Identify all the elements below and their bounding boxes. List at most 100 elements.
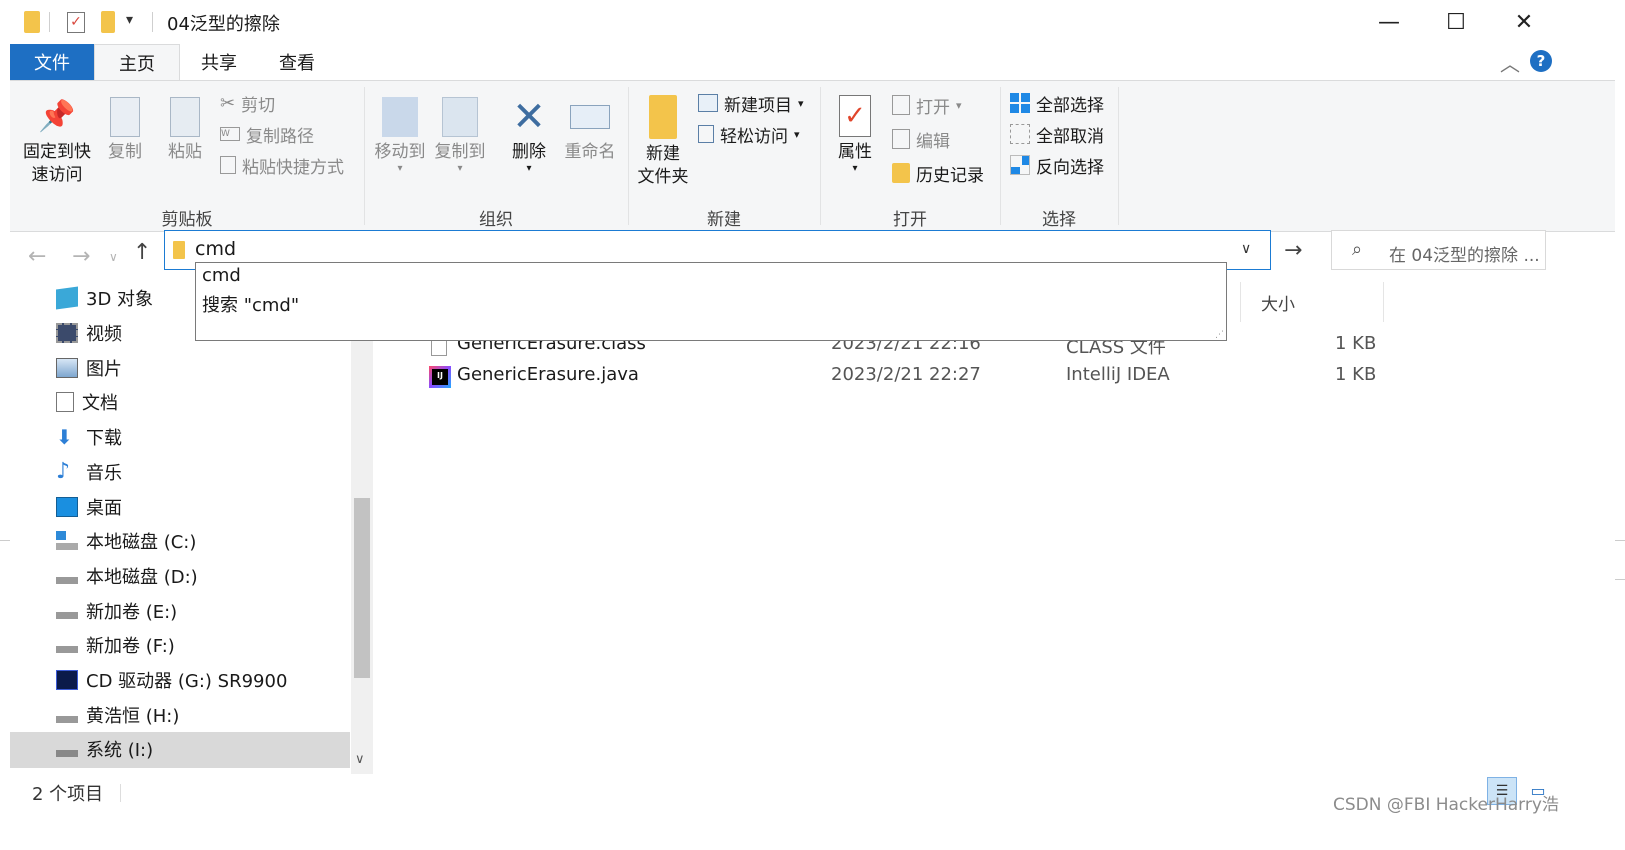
qat-separator — [49, 12, 50, 32]
sidebar-item-videos[interactable]: 视频 — [56, 316, 122, 350]
sidebar-item-pictures[interactable]: 图片 — [56, 351, 122, 385]
column-divider — [1383, 282, 1384, 322]
minimize-button[interactable]: — — [1354, 0, 1424, 44]
invert-selection-icon — [1010, 155, 1030, 175]
sidebar-item-drive-f[interactable]: 新加卷 (F:) — [56, 628, 175, 662]
new-folder-button[interactable]: 新建 文件夹 — [632, 93, 694, 189]
properties-button[interactable]: ✓ 属性 ▾ — [828, 93, 882, 174]
paste-shortcut-button[interactable]: 粘贴快捷方式 — [220, 151, 344, 179]
copy-path-icon: W — [220, 127, 240, 141]
file-row[interactable]: IJ GenericErasure.java 2023/2/21 22:27 I… — [428, 364, 1388, 394]
rename-icon — [570, 105, 610, 129]
collapse-ribbon-icon[interactable]: ︿ — [1500, 48, 1520, 77]
tab-view[interactable]: 查看 — [258, 44, 336, 80]
scrollbar-thumb[interactable] — [354, 498, 370, 678]
suggestion-item[interactable]: cmd — [202, 265, 241, 286]
address-dropdown-icon[interactable]: ∨ — [1241, 241, 1251, 257]
file-size: 1 KB — [1335, 364, 1377, 385]
group-separator — [1118, 87, 1119, 225]
sidebar-item-documents[interactable]: 文档 — [56, 385, 118, 419]
sidebar-item-drive-e[interactable]: 新加卷 (E:) — [56, 594, 177, 628]
column-header-size[interactable]: 大小 — [1261, 290, 1295, 315]
close-button[interactable]: ✕ — [1489, 0, 1559, 44]
folder-icon — [24, 11, 40, 33]
sidebar-item-drive-c[interactable]: 本地磁盘 (C:) — [56, 524, 196, 558]
scissors-icon: ✂ — [220, 92, 236, 114]
select-group-label: 选择 — [1042, 210, 1076, 230]
delete-button[interactable]: ✕ 删除 ▾ — [504, 93, 554, 174]
open-icon — [892, 95, 910, 115]
file-name: GenericErasure.java — [457, 364, 639, 385]
select-all-icon — [1010, 93, 1030, 113]
music-note-icon: ♪ — [56, 459, 71, 484]
ribbon: 📌 固定到快 速访问 复制 粘贴 ✂ 剪切 W 复制路径 粘贴快捷方式 剪贴板 … — [10, 80, 1615, 232]
edit-button[interactable]: 编辑 — [892, 125, 950, 153]
resize-grip-icon[interactable]: ⋰ — [1215, 330, 1224, 340]
invert-selection-button[interactable]: 反向选择 — [1010, 151, 1104, 179]
new-group-label: 新建 — [707, 210, 741, 230]
new-folder-qat-icon[interactable] — [101, 11, 115, 33]
select-none-icon — [1010, 124, 1030, 144]
qat-dropdown-icon[interactable]: ▾ — [126, 12, 133, 28]
suggestion-item[interactable]: 搜索 "cmd" — [202, 291, 299, 317]
recent-locations-icon[interactable]: ∨ — [109, 250, 118, 264]
rename-button[interactable]: 重命名 — [560, 93, 620, 164]
column-divider — [1240, 282, 1241, 322]
scroll-down-arrow-icon[interactable]: ∨ — [355, 752, 365, 767]
sidebar-item-downloads[interactable]: ⬇ 下载 — [56, 420, 122, 454]
hard-drive-icon — [56, 566, 78, 586]
organize-group-label: 组织 — [479, 210, 513, 230]
file-size: 1 KB — [1335, 333, 1377, 354]
properties-qat-icon[interactable]: ✓ — [67, 12, 85, 33]
search-icon: ⌕ — [1352, 239, 1363, 260]
new-item-button[interactable]: 新建项目 ▾ — [698, 89, 804, 117]
sidebar-item-drive-d[interactable]: 本地磁盘 (D:) — [56, 559, 198, 593]
maximize-button[interactable]: ☐ — [1421, 0, 1491, 44]
help-icon[interactable]: ? — [1530, 50, 1552, 72]
cut-button[interactable]: ✂ 剪切 — [220, 89, 275, 117]
easy-access-icon — [698, 125, 714, 143]
tab-home[interactable]: 主页 — [94, 44, 180, 80]
copy-path-button[interactable]: W 复制路径 — [220, 120, 314, 148]
sidebar-item-drive-h[interactable]: 黄浩恒 (H:) — [56, 698, 179, 732]
search-box[interactable]: ⌕ 在 04泛型的擦除 ... — [1331, 230, 1546, 270]
up-arrow-icon[interactable]: ↑ — [133, 240, 151, 265]
back-arrow-icon[interactable]: ← — [28, 244, 46, 269]
cd-drive-icon — [56, 670, 78, 690]
dropdown-arrow-icon: ▾ — [798, 96, 804, 110]
paste-shortcut-icon — [220, 156, 236, 174]
sidebar-scrollbar[interactable]: ∨ — [351, 282, 373, 774]
background-window-edge — [1615, 540, 1625, 580]
copy-to-button[interactable]: 复制到 ▾ — [430, 93, 490, 174]
forward-arrow-icon[interactable]: → — [72, 244, 90, 269]
address-input[interactable]: cmd — [195, 238, 236, 260]
ribbon-tabs: 文件 主页 共享 查看 ︿ ? — [10, 44, 1615, 80]
select-all-button[interactable]: 全部选择 — [1010, 89, 1104, 117]
copy-button[interactable]: 复制 — [100, 93, 150, 164]
edit-icon — [892, 129, 910, 149]
tab-share[interactable]: 共享 — [180, 44, 258, 80]
hard-drive-icon — [56, 601, 78, 621]
sidebar-item-desktop[interactable]: 桌面 — [56, 490, 122, 524]
pin-quick-access-button[interactable]: 📌 固定到快 速访问 — [14, 93, 100, 187]
film-icon — [56, 323, 78, 343]
paste-button[interactable]: 粘贴 — [160, 93, 210, 164]
document-icon — [56, 392, 74, 412]
picture-icon — [56, 358, 78, 378]
hard-drive-icon — [56, 739, 78, 759]
sidebar-item-music[interactable]: ♪ 音乐 — [56, 455, 122, 489]
select-none-button[interactable]: 全部取消 — [1010, 120, 1104, 148]
sidebar-item-drive-g[interactable]: CD 驱动器 (G:) SR9900 — [56, 663, 287, 697]
easy-access-button[interactable]: 轻松访问 ▾ — [698, 120, 800, 148]
history-button[interactable]: 历史记录 — [892, 159, 984, 187]
tab-file[interactable]: 文件 — [10, 44, 94, 80]
title-bar: ✓ ▾ 04泛型的擦除 — ☐ ✕ — [0, 0, 1625, 44]
sidebar-item-3d-objects[interactable]: 3D 对象 — [56, 281, 153, 315]
folder-icon — [173, 241, 185, 259]
move-to-icon — [382, 97, 418, 137]
sidebar-item-drive-i[interactable]: 系统 (I:) — [56, 732, 153, 766]
open-button[interactable]: 打开 ▾ — [892, 91, 962, 119]
copy-to-icon — [442, 97, 478, 137]
go-arrow-icon[interactable]: → — [1284, 238, 1302, 263]
move-to-button[interactable]: 移动到 ▾ — [370, 93, 430, 174]
